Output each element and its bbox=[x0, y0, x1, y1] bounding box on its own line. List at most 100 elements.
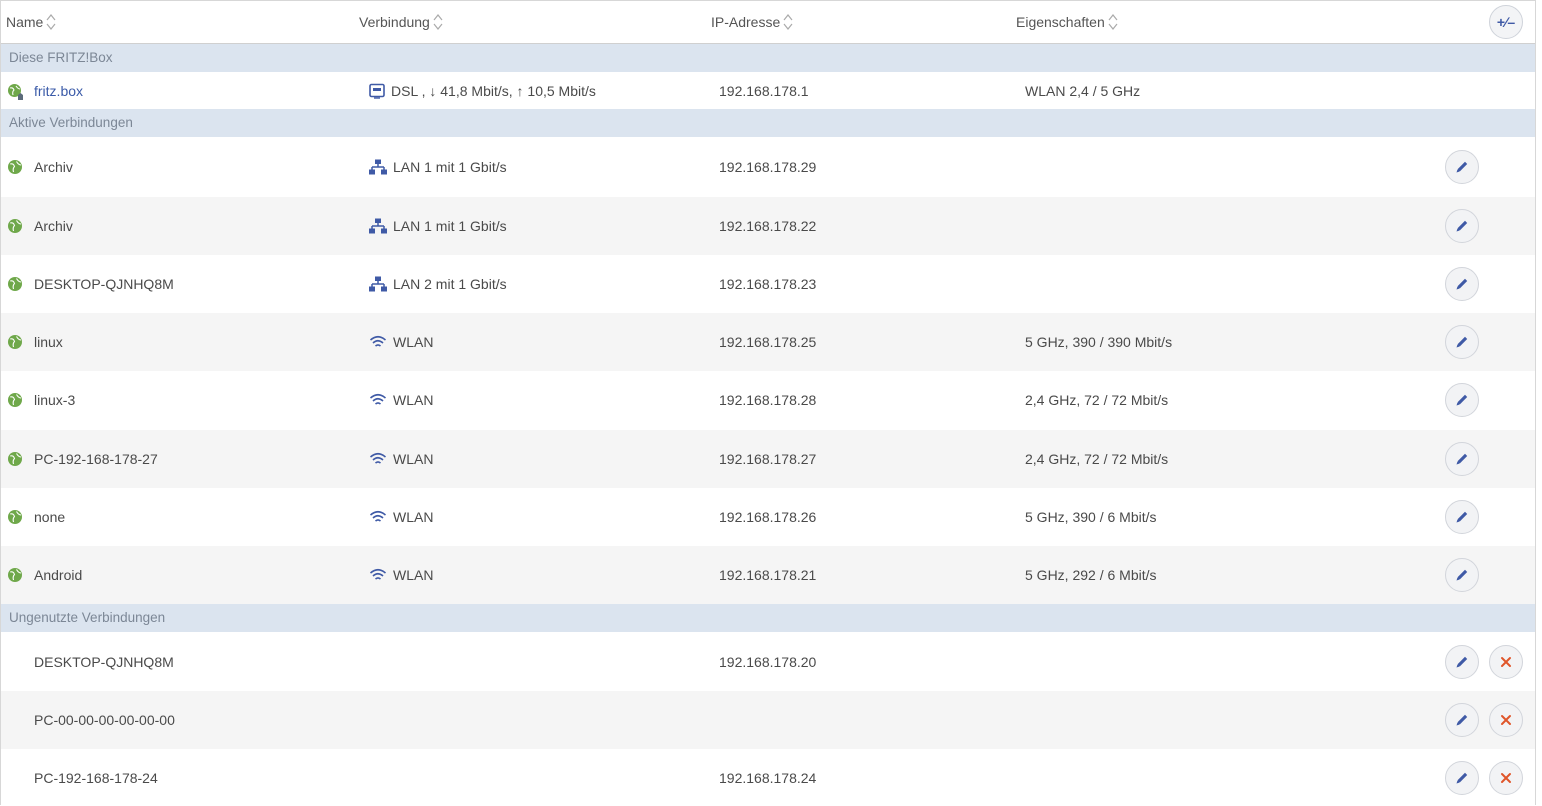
table-row: PC-192-168-178-27 WLAN 192.168.178.27 2,4 G… bbox=[1, 430, 1535, 488]
globe-icon bbox=[7, 567, 23, 583]
group-header-this-box: Diese FRITZ!Box bbox=[1, 44, 1535, 72]
ip-cell: 192.168.178.21 bbox=[719, 567, 817, 583]
lan-icon bbox=[369, 276, 387, 292]
edit-button[interactable] bbox=[1445, 150, 1479, 184]
globe-icon bbox=[7, 509, 23, 525]
delete-button[interactable] bbox=[1489, 645, 1523, 679]
connection-cell: LAN 1 mit 1 Gbit/s bbox=[369, 138, 507, 196]
properties-cell: 5 GHz, 390 / 390 Mbit/s bbox=[1025, 334, 1173, 350]
pencil-icon bbox=[1454, 770, 1470, 786]
plus-minus-icon: +∕– bbox=[1496, 14, 1516, 30]
pencil-icon bbox=[1454, 218, 1470, 234]
add-remove-device-button[interactable]: +∕– bbox=[1489, 5, 1523, 39]
device-name: DESKTOP-QJNHQ8M bbox=[34, 654, 174, 670]
close-icon bbox=[1499, 771, 1513, 785]
pencil-icon bbox=[1454, 159, 1470, 175]
device-name: Android bbox=[34, 567, 83, 583]
edit-button[interactable] bbox=[1445, 645, 1479, 679]
pencil-icon bbox=[1454, 509, 1470, 525]
edit-button[interactable] bbox=[1445, 760, 1479, 795]
edit-button[interactable] bbox=[1445, 442, 1479, 476]
sort-icon[interactable] bbox=[46, 13, 56, 31]
sort-icon[interactable] bbox=[433, 13, 443, 31]
delete-button[interactable] bbox=[1489, 760, 1523, 795]
properties-cell: 5 GHz, 292 / 6 Mbit/s bbox=[1025, 567, 1157, 583]
device-name: Archiv bbox=[34, 159, 73, 175]
device-name-link[interactable]: fritz.box bbox=[34, 72, 83, 109]
globe-icon bbox=[7, 159, 23, 175]
connection-cell: WLAN bbox=[369, 371, 433, 429]
column-header-name[interactable]: Name bbox=[6, 1, 56, 43]
edit-button[interactable] bbox=[1445, 500, 1479, 534]
wifi-icon bbox=[369, 567, 387, 583]
connection-text: DSL , ↓ 41,8 Mbit/s, ↑ 10,5 Mbit/s bbox=[391, 82, 596, 99]
table-header: Name Verbindung IP-Adresse Eigenschaften… bbox=[1, 1, 1535, 44]
close-icon bbox=[1499, 713, 1513, 727]
column-header-ip-label: IP-Adresse bbox=[711, 14, 781, 30]
edit-button[interactable] bbox=[1445, 703, 1479, 737]
ip-cell: 192.168.178.26 bbox=[719, 509, 817, 525]
ip-cell: 192.168.178.1 bbox=[719, 82, 809, 99]
wifi-icon bbox=[369, 451, 387, 467]
pencil-icon bbox=[1454, 567, 1470, 583]
device-name: linux-3 bbox=[34, 392, 76, 408]
connection-cell: DSL , ↓ 41,8 Mbit/s, ↑ 10,5 Mbit/s bbox=[369, 72, 596, 109]
column-header-properties[interactable]: Eigenschaften bbox=[1016, 1, 1118, 43]
pencil-icon bbox=[1454, 392, 1470, 408]
edit-button[interactable] bbox=[1445, 383, 1479, 417]
table-row: PC-00-00-00-00-00-00 bbox=[1, 691, 1535, 749]
wifi-icon bbox=[369, 509, 387, 525]
table-row: linux WLAN 192.168.178.25 5 GHz, 390 / 390 … bbox=[1, 313, 1535, 371]
pencil-icon bbox=[1454, 451, 1470, 467]
device-name: PC-192-168-178-27 bbox=[34, 451, 158, 467]
edit-button[interactable] bbox=[1445, 209, 1479, 243]
column-header-connection[interactable]: Verbindung bbox=[359, 1, 443, 43]
connection-text: WLAN bbox=[393, 451, 434, 467]
table-row: Archiv LAN 1 mit 1 Gbit/s 192.168.178.29 bbox=[1, 138, 1535, 196]
ip-cell: 192.168.178.23 bbox=[719, 276, 817, 292]
lan-icon bbox=[369, 159, 387, 175]
pencil-icon bbox=[1454, 334, 1470, 350]
table-row: linux-3 WLAN 192.168.178.28 2,4 GHz, 72 / 7… bbox=[1, 371, 1535, 429]
home-network-icon bbox=[7, 83, 23, 100]
ip-cell: 192.168.178.27 bbox=[719, 451, 817, 467]
group-header-active: Aktive Verbindungen bbox=[1, 109, 1535, 137]
table-row: fritz.box DSL , ↓ 41,8 Mbit/s, ↑ 10,5 Mb… bbox=[1, 72, 1535, 109]
pencil-icon bbox=[1454, 712, 1470, 728]
ip-cell: 192.168.178.25 bbox=[719, 334, 817, 350]
device-name: PC-192-168-178-24 bbox=[34, 769, 158, 786]
ip-cell: 192.168.178.22 bbox=[719, 218, 817, 234]
table-row: DESKTOP-QJNHQ8M 192.168.178.20 bbox=[1, 633, 1535, 691]
connection-cell: WLAN bbox=[369, 546, 433, 604]
globe-icon bbox=[7, 218, 23, 234]
connection-cell: WLAN bbox=[369, 488, 433, 546]
ip-cell: 192.168.178.29 bbox=[719, 159, 817, 175]
pencil-icon bbox=[1454, 654, 1470, 670]
globe-icon bbox=[7, 392, 23, 408]
edit-button[interactable] bbox=[1445, 325, 1479, 359]
properties-cell: 5 GHz, 390 / 6 Mbit/s bbox=[1025, 509, 1157, 525]
connection-text: LAN 1 mit 1 Gbit/s bbox=[393, 218, 507, 234]
connection-text: WLAN bbox=[393, 392, 434, 408]
close-icon bbox=[1499, 655, 1513, 669]
connection-cell: WLAN bbox=[369, 313, 433, 371]
edit-button[interactable] bbox=[1445, 558, 1479, 592]
edit-button[interactable] bbox=[1445, 267, 1479, 301]
globe-icon bbox=[7, 276, 23, 292]
wifi-icon bbox=[369, 392, 387, 408]
column-header-connection-label: Verbindung bbox=[359, 14, 430, 30]
connection-text: LAN 2 mit 1 Gbit/s bbox=[393, 276, 507, 292]
group-header-unused: Ungenutzte Verbindungen bbox=[1, 604, 1535, 632]
sort-icon[interactable] bbox=[1108, 13, 1118, 31]
properties-cell: 2,4 GHz, 72 / 72 Mbit/s bbox=[1025, 451, 1169, 467]
ip-cell: 192.168.178.20 bbox=[719, 654, 817, 670]
delete-button[interactable] bbox=[1489, 703, 1523, 737]
globe-icon bbox=[7, 334, 23, 350]
table-row: none WLAN 192.168.178.26 5 GHz, 390 / 6 Mbi… bbox=[1, 488, 1535, 546]
device-name: Archiv bbox=[34, 218, 73, 234]
connection-text: WLAN bbox=[393, 567, 434, 583]
sort-icon[interactable] bbox=[783, 13, 793, 31]
pencil-icon bbox=[1454, 276, 1470, 292]
column-header-ip[interactable]: IP-Adresse bbox=[711, 1, 793, 43]
device-name: DESKTOP-QJNHQ8M bbox=[34, 276, 174, 292]
